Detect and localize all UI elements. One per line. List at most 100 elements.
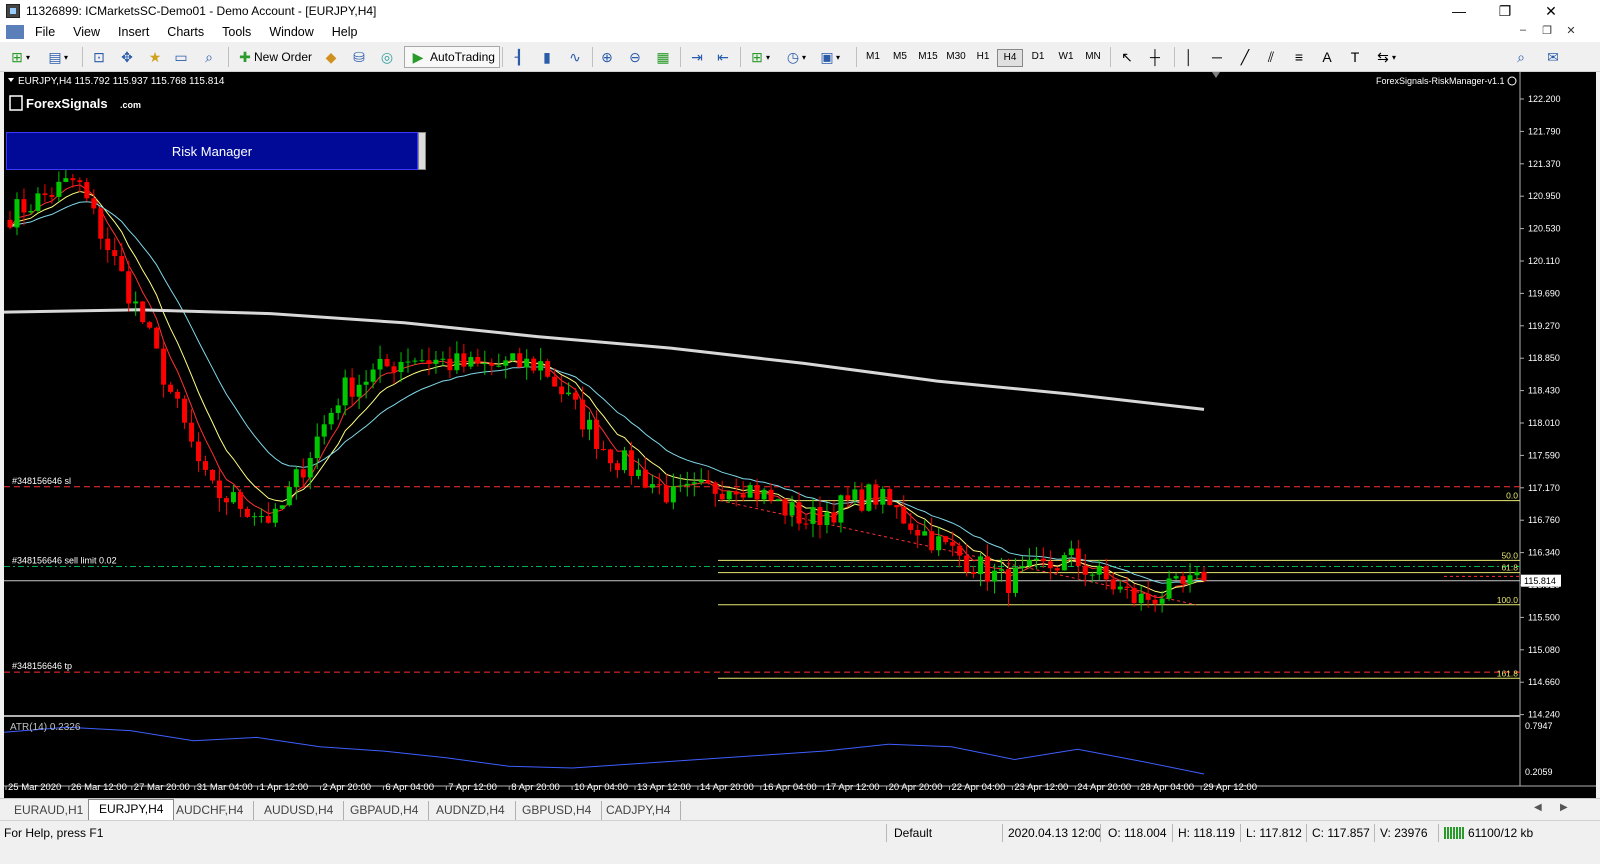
candle-body xyxy=(447,358,453,371)
templates-button[interactable]: ▣ ▾ xyxy=(818,46,840,68)
timeframe-m30[interactable]: M30 xyxy=(943,49,969,65)
line-chart-icon: ∿ xyxy=(569,49,581,65)
candle-body xyxy=(517,353,523,368)
timeframe-m15[interactable]: M15 xyxy=(915,49,941,65)
candle-body xyxy=(475,356,481,364)
menu-window[interactable]: Window xyxy=(260,22,322,42)
vertical-line-button[interactable]: │ xyxy=(1180,46,1198,68)
candle-body xyxy=(1166,578,1172,599)
candle-body xyxy=(1131,587,1137,604)
candle-body xyxy=(1068,548,1074,556)
crosshair-tool-button[interactable]: ┼ xyxy=(1146,46,1164,68)
menu-tools[interactable]: Tools xyxy=(213,22,260,42)
signals-button[interactable]: ◎ xyxy=(378,46,396,68)
cursor-tool-button[interactable]: ↖ xyxy=(1118,46,1136,68)
chat-button[interactable]: ✉ xyxy=(1544,46,1562,68)
text-tool-button[interactable]: A xyxy=(1318,46,1336,68)
mdi-minimize-button[interactable]: – xyxy=(1514,24,1532,36)
line-chart-button[interactable]: ∿ xyxy=(566,46,584,68)
fibonacci-button[interactable]: ≡ xyxy=(1290,46,1308,68)
candle-body xyxy=(77,180,83,183)
horizontal-line-button[interactable]: ─ xyxy=(1208,46,1226,68)
tab-eurjpy-h4[interactable]: EURJPY,H4 xyxy=(88,799,175,820)
minimize-button[interactable]: — xyxy=(1436,0,1482,22)
zoom-in-button[interactable]: ⊕ xyxy=(598,46,616,68)
indicators-button[interactable]: ⊞ ▾ xyxy=(748,46,770,68)
new-chart-button[interactable]: ⊞ ▾ xyxy=(8,46,30,68)
candle-body xyxy=(258,515,264,517)
mdi-restore-button[interactable]: ❐ xyxy=(1538,24,1556,37)
community-button[interactable]: ⛁ xyxy=(350,46,368,68)
timeframe-w1[interactable]: W1 xyxy=(1053,49,1079,65)
search-button[interactable]: ⌕ xyxy=(1512,46,1530,68)
timeframe-h1[interactable]: H1 xyxy=(970,49,996,65)
candle-body xyxy=(964,555,970,573)
y-tick-label: 118.430 xyxy=(1528,386,1560,396)
maximize-button[interactable]: ❐ xyxy=(1482,0,1528,22)
timeframe-mn[interactable]: MN xyxy=(1080,49,1106,65)
autoscroll-button[interactable]: ⇥ xyxy=(688,46,706,68)
menu-file[interactable]: File xyxy=(26,22,64,42)
candlestick-button[interactable]: ▮ xyxy=(538,46,556,68)
trendline-button[interactable]: ╱ xyxy=(1236,46,1254,68)
x-tick-label: 13 Apr 12:00 xyxy=(637,782,691,793)
tab-audnzd-h4[interactable]: AUDNZD,H4 xyxy=(426,801,516,820)
tab-audchf-h4[interactable]: AUDCHF,H4 xyxy=(166,801,255,820)
market-watch-button[interactable]: ⊡ xyxy=(90,46,108,68)
close-button[interactable]: ✕ xyxy=(1528,0,1574,22)
tile-windows-button[interactable]: ▦ xyxy=(654,46,672,68)
candle-body xyxy=(831,512,837,523)
tab-gbpaud-h4[interactable]: GBPAUD,H4 xyxy=(340,801,430,820)
chart-window[interactable]: 122.200 121.790 121.370 120.950 120.530 120.1… xyxy=(4,72,1596,798)
text-label-button[interactable]: T xyxy=(1346,46,1364,68)
timeframe-h4[interactable]: H4 xyxy=(997,49,1023,67)
candle-body xyxy=(237,492,243,509)
status-separator xyxy=(1438,824,1439,842)
tab-cadjpy-h4[interactable]: CADJPY,H4 xyxy=(596,801,682,820)
candle-body xyxy=(559,386,565,395)
metaeditor-button[interactable]: ◆ xyxy=(322,46,340,68)
candle-body xyxy=(1194,571,1200,576)
x-tick-label: 7 Apr 12:00 xyxy=(448,782,497,793)
status-open: O: 118.004 xyxy=(1108,826,1167,840)
risk-manager-panel[interactable]: Risk Manager xyxy=(6,132,418,170)
tabs-scroll-right-icon[interactable]: ▶ xyxy=(1560,802,1568,813)
bar-chart-button[interactable]: ┨ xyxy=(510,46,528,68)
candle-body xyxy=(607,449,613,464)
new-order-button[interactable]: ✚ New Order xyxy=(236,46,312,68)
mdi-close-button[interactable]: ✕ xyxy=(1562,24,1580,37)
autotrading-button[interactable]: ▶ AutoTrading xyxy=(404,46,500,68)
chart-shift-button[interactable]: ⇤ xyxy=(714,46,732,68)
candle-body xyxy=(880,488,886,505)
risk-manager-collapse-handle[interactable] xyxy=(418,132,426,170)
tabs-scroll-left-icon[interactable]: ◀ xyxy=(1534,802,1542,813)
equidistant-channel-button[interactable]: ⫽ xyxy=(1262,46,1280,68)
timeframe-d1[interactable]: D1 xyxy=(1025,49,1051,65)
tab-gbpusd-h4[interactable]: GBPUSD,H4 xyxy=(512,801,603,820)
strategy-tester-button[interactable]: ⌕ xyxy=(200,46,218,68)
price-chart[interactable]: 122.200 121.790 121.370 120.950 120.530 120.1… xyxy=(4,72,1596,798)
x-tick-label: 26 Mar 12:00 xyxy=(71,782,127,793)
arrows-button[interactable]: ⇆ ▾ xyxy=(1374,46,1396,68)
menu-insert[interactable]: Insert xyxy=(109,22,158,42)
candle-body xyxy=(133,301,139,304)
candle-body xyxy=(594,419,600,449)
zoom-out-icon: ⊖ xyxy=(629,49,641,65)
data-window-button[interactable]: ✥ xyxy=(118,46,136,68)
candle-body xyxy=(209,469,215,481)
tab-euraud-h1[interactable]: EURAUD,H1 xyxy=(4,801,95,820)
timeframe-m5[interactable]: M5 xyxy=(887,49,913,65)
zoom-out-button[interactable]: ⊖ xyxy=(626,46,644,68)
terminal-button[interactable]: ▭ xyxy=(172,46,190,68)
navigator-button[interactable]: ★ xyxy=(146,46,164,68)
tab-audusd-h4[interactable]: AUDUSD,H4 xyxy=(254,801,345,820)
periods-button[interactable]: ◷ ▾ xyxy=(784,46,806,68)
profiles-button[interactable]: ▤ ▾ xyxy=(46,46,68,68)
candle-body xyxy=(663,485,669,503)
timeframe-m1[interactable]: M1 xyxy=(860,49,886,65)
atr-label: ATR(14) 0.2326 xyxy=(10,722,81,733)
menu-view[interactable]: View xyxy=(64,22,109,42)
candle-body xyxy=(999,569,1005,571)
menu-help[interactable]: Help xyxy=(323,22,367,42)
menu-charts[interactable]: Charts xyxy=(158,22,213,42)
